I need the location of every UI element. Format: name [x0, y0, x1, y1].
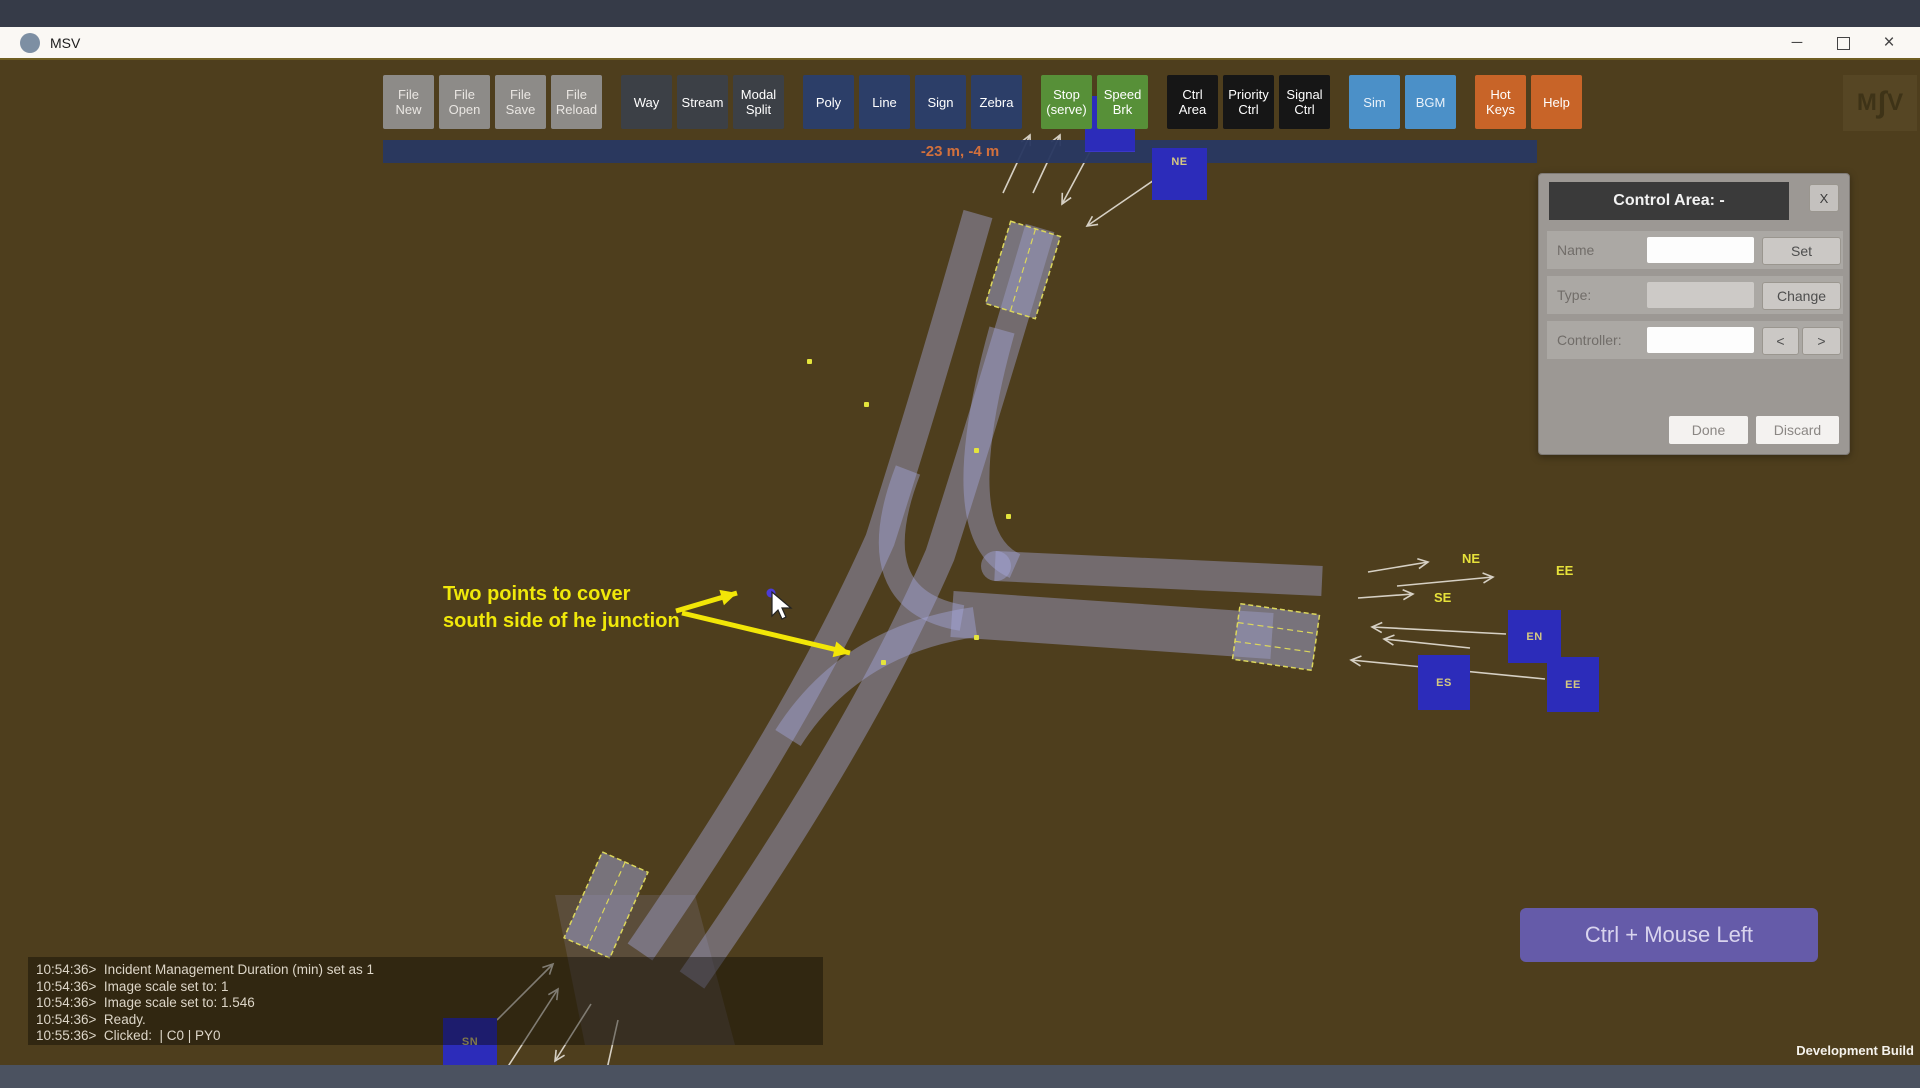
- log-line: 10:54:36> Incident Management Duration (…: [36, 962, 375, 977]
- toolbar-button-file-new[interactable]: File New: [383, 75, 434, 129]
- controller-label: Controller:: [1557, 332, 1622, 348]
- type-row: Type: Change: [1547, 276, 1843, 314]
- toolbar-button-way[interactable]: Way: [621, 75, 672, 129]
- window-title: MSV: [50, 34, 81, 51]
- toolbar-group-gray: File New File Open File Save File Reload: [383, 75, 607, 129]
- type-label: Type:: [1557, 287, 1592, 303]
- coordinate-bar: -23 m, -4 m: [383, 140, 1537, 163]
- app-icon: [20, 32, 40, 53]
- road-hairpin-end: [981, 551, 1011, 581]
- taskbar-strip: [0, 1065, 1920, 1088]
- controller-prev-button[interactable]: <: [1762, 327, 1799, 355]
- toolbar-button-file-save[interactable]: File Save: [495, 75, 546, 129]
- toolbar-button-line[interactable]: Line: [859, 75, 910, 129]
- waypoint-dot[interactable]: [974, 448, 979, 453]
- toolbar-group-black: Ctrl Area Priority Ctrl Signal Ctrl: [1167, 75, 1335, 129]
- toolbar-button-stream[interactable]: Stream: [677, 75, 728, 129]
- controller-input[interactable]: [1647, 327, 1754, 353]
- waypoint-dot[interactable]: [864, 402, 869, 407]
- title-bar: MSV ─ ×: [0, 27, 1920, 60]
- waypoint-dot[interactable]: [881, 660, 886, 665]
- minimize-icon: ─: [1791, 34, 1803, 51]
- toolbar-button-ctrl-area[interactable]: Ctrl Area: [1167, 75, 1218, 129]
- toolbar-button-poly[interactable]: Poly: [803, 75, 854, 129]
- annotation-text: Two points to cover south side of he jun…: [443, 583, 680, 632]
- cursor-coordinates: -23 m, -4 m: [920, 143, 1000, 160]
- restore-button[interactable]: [1820, 27, 1866, 58]
- toolbar-button-sim[interactable]: Sim: [1349, 75, 1400, 129]
- toolbar-group-blue: Sim BGM: [1349, 75, 1461, 129]
- type-input[interactable]: [1647, 282, 1754, 308]
- toolbar-button-speed-brk[interactable]: Speed Brk: [1097, 75, 1148, 129]
- toolbar-button-sign[interactable]: Sign: [915, 75, 966, 129]
- log-line: 10:55:36> Clicked: | C0 | PY0: [36, 1028, 221, 1043]
- dev-build-label: Development Build: [1796, 1043, 1914, 1058]
- map-label-se: SE: [1434, 590, 1452, 605]
- toolbar-button-file-open[interactable]: File Open: [439, 75, 490, 129]
- app-window: MSV ─ × File New File Open File Save Fil…: [0, 0, 1920, 1088]
- waypoint-dot[interactable]: [974, 635, 979, 640]
- restore-icon: [1836, 33, 1853, 50]
- toolbar-button-stop-serve[interactable]: Stop (serve): [1041, 75, 1092, 129]
- map-marker-en[interactable]: EN: [1508, 610, 1561, 663]
- toolbar-button-modal-split[interactable]: Modal Split: [733, 75, 784, 129]
- toolbar-group-orange: Hot Keys Help: [1475, 75, 1587, 129]
- road-strips: [627, 209, 1323, 989]
- map-marker-ee[interactable]: EE: [1547, 657, 1599, 712]
- dialog-title: Control Area: -: [1549, 182, 1789, 220]
- map-canvas[interactable]: File New File Open File Save File Reload Way…: [0, 60, 1920, 1065]
- window-controls: ─ ×: [1774, 27, 1912, 58]
- done-button[interactable]: Done: [1669, 416, 1748, 444]
- log-line: 10:54:36> Ready.: [36, 1011, 146, 1027]
- controller-next-button[interactable]: >: [1802, 327, 1841, 355]
- log-console: 10:54:36> Incident Management Duration (…: [28, 957, 823, 1045]
- log-line: 10:54:36> Image scale set to: 1: [36, 978, 229, 994]
- toolbar: File New File Open File Save File Reload Way…: [383, 75, 1601, 129]
- map-label-ee: EE: [1556, 563, 1574, 578]
- toolbar-button-zebra[interactable]: Zebra: [971, 75, 1022, 129]
- name-label: Name: [1557, 242, 1595, 258]
- toolbar-button-file-reload[interactable]: File Reload: [551, 75, 602, 129]
- toolbar-button-help[interactable]: Help: [1531, 75, 1582, 129]
- name-input[interactable]: [1647, 237, 1754, 263]
- toolbar-button-bgm[interactable]: BGM: [1405, 75, 1456, 129]
- mouse-cursor: [766, 588, 793, 620]
- waypoint-dot[interactable]: [807, 359, 812, 364]
- msv-watermark: M ∫ V: [1843, 75, 1917, 131]
- toolbar-button-hot-keys[interactable]: Hot Keys: [1475, 75, 1526, 129]
- change-button[interactable]: Change: [1762, 282, 1841, 310]
- waypoint-dot[interactable]: [1006, 514, 1011, 519]
- control-area-dialog: Control Area: - X Name Set Type: Change …: [1538, 173, 1850, 455]
- name-row: Name Set: [1547, 231, 1843, 269]
- desktop-top-strip: [0, 0, 1920, 27]
- set-button[interactable]: Set: [1762, 237, 1841, 265]
- toolbar-button-priority-ctrl[interactable]: Priority Ctrl: [1223, 75, 1274, 129]
- map-marker-ne[interactable]: NE: [1152, 148, 1207, 200]
- toolbar-group-green: Stop (serve) Speed Brk: [1041, 75, 1153, 129]
- ctrl-mouse-left-hint[interactable]: Ctrl + Mouse Left: [1520, 908, 1818, 962]
- discard-button[interactable]: Discard: [1756, 416, 1839, 444]
- close-icon: ×: [1883, 31, 1895, 53]
- map-label-ne: NE: [1462, 551, 1481, 566]
- log-line: 10:54:36> Image scale set to: 1.546: [36, 995, 255, 1010]
- dialog-close-button[interactable]: X: [1809, 184, 1839, 212]
- toolbar-group-dark: Way Stream Modal Split: [621, 75, 789, 129]
- toolbar-group-navy: Poly Line Sign Zebra: [803, 75, 1027, 129]
- controller-row: Controller: < >: [1547, 321, 1843, 359]
- toolbar-button-signal-ctrl[interactable]: Signal Ctrl: [1279, 75, 1330, 129]
- close-button[interactable]: ×: [1866, 27, 1912, 58]
- minimize-button[interactable]: ─: [1774, 27, 1820, 58]
- map-marker-es[interactable]: ES: [1418, 655, 1470, 710]
